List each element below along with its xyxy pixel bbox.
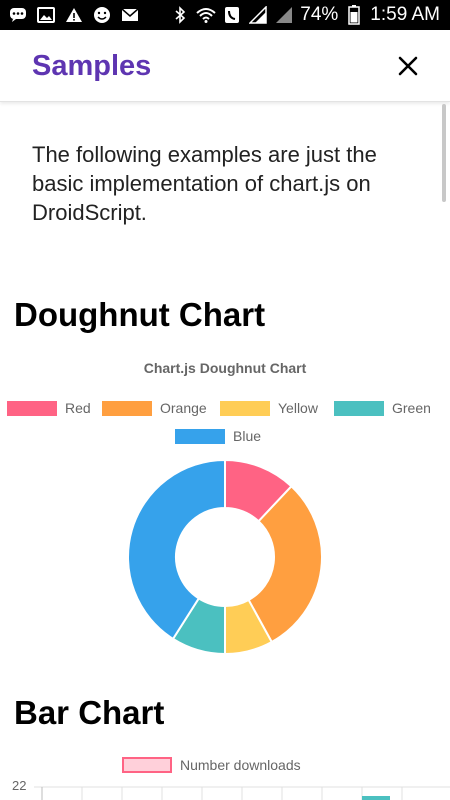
signal-icon bbox=[274, 6, 294, 24]
legend-label: Blue bbox=[233, 428, 262, 444]
bar-top bbox=[362, 796, 390, 800]
doughnut-chart-title: Chart.js Doughnut Chart bbox=[143, 360, 307, 376]
legend-label: Green bbox=[392, 400, 431, 416]
close-icon bbox=[398, 56, 418, 76]
legend-item-orange[interactable]: Orange bbox=[102, 400, 207, 416]
wifi-icon bbox=[196, 6, 216, 24]
legend-item-yellow[interactable]: Yellow bbox=[220, 400, 318, 416]
legend-item-blue[interactable]: Blue bbox=[175, 428, 261, 444]
legend-label: Orange bbox=[160, 400, 207, 416]
legend-swatch bbox=[220, 400, 270, 416]
battery-percent: 74% bbox=[300, 4, 339, 25]
phone-icon bbox=[222, 6, 242, 24]
legend-label: Yellow bbox=[278, 400, 318, 416]
legend-item-number-downloads[interactable]: Number downloads bbox=[122, 757, 301, 773]
legend-label: Number downloads bbox=[180, 757, 301, 773]
doughnut-chart bbox=[127, 458, 323, 656]
bluetooth-icon bbox=[170, 6, 190, 24]
legend-swatch bbox=[334, 400, 384, 416]
status-bar: 74% 1:59 AM bbox=[0, 0, 450, 30]
scrollbar[interactable] bbox=[442, 104, 446, 202]
warning-icon bbox=[64, 6, 84, 24]
close-button[interactable] bbox=[392, 50, 424, 82]
mail-icon bbox=[120, 6, 140, 24]
no-sim-icon bbox=[248, 6, 268, 24]
doughnut-heading: Doughnut Chart bbox=[14, 296, 266, 333]
intro-text: The following examples are just the basi… bbox=[32, 142, 377, 225]
image-icon bbox=[36, 6, 56, 24]
legend-item-red[interactable]: Red bbox=[7, 400, 91, 416]
legend-swatch bbox=[122, 757, 172, 773]
legend-label: Red bbox=[65, 400, 91, 416]
legend-swatch bbox=[7, 400, 57, 416]
bar-chart bbox=[34, 786, 450, 800]
legend-item-green[interactable]: Green bbox=[334, 400, 431, 416]
app-bar: Samples bbox=[0, 30, 450, 102]
bar-heading: Bar Chart bbox=[14, 694, 165, 731]
chat-icon bbox=[8, 6, 28, 24]
legend-swatch bbox=[175, 428, 225, 444]
battery-icon bbox=[344, 5, 364, 25]
page-title: Samples bbox=[32, 50, 152, 82]
legend-swatch bbox=[102, 400, 152, 416]
emoji-icon bbox=[92, 6, 112, 24]
clock: 1:59 AM bbox=[370, 4, 440, 25]
